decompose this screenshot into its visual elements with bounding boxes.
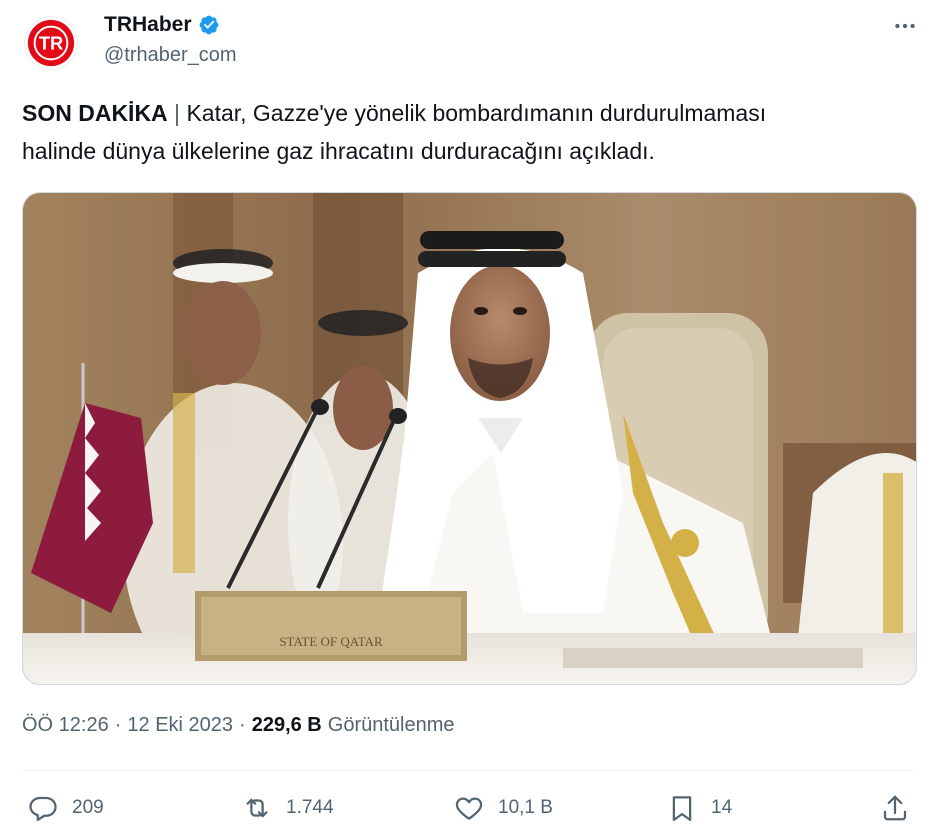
views-count: 229,6 B <box>251 714 322 736</box>
display-name[interactable]: TRHaber <box>104 13 192 37</box>
svg-text:STATE OF QATAR: STATE OF QATAR <box>279 634 383 649</box>
svg-text:TR: TR <box>39 33 63 54</box>
tweet-time[interactable]: ÖÖ 12:26 <box>22 714 109 737</box>
retweet-icon <box>246 798 268 818</box>
bookmark-count: 14 <box>711 797 733 818</box>
retweet-count: 1.744 <box>286 797 334 818</box>
heart-icon <box>455 797 483 820</box>
reply-icon <box>29 796 57 821</box>
tweet-meta: ÖÖ 12:26 · 12 Eki 2023 · 229,6 B Görüntü… <box>22 714 455 737</box>
tweet-date[interactable]: 12 Eki 2023 <box>127 714 233 737</box>
share-button[interactable] <box>880 788 910 828</box>
tweet-text-line-2: halinde dünya ülkelerine gaz ihracatını … <box>22 138 655 164</box>
bookmark-icon <box>672 796 692 821</box>
text-separator: | <box>167 100 187 126</box>
avatar[interactable]: TR <box>24 16 78 70</box>
views-label: Görüntülenme <box>327 714 455 736</box>
tweet-photo[interactable]: STATE OF QATAR <box>22 192 917 685</box>
breaking-news-prefix: SON DAKİKA <box>22 100 168 126</box>
tweet-header: TR TRHaber @trhaber_com <box>22 12 922 72</box>
tweet-text: SON DAKİKA | Katar, Gazze'ye yönelik bom… <box>22 94 917 170</box>
like-count: 10,1 B <box>498 797 553 818</box>
meta-separator: · <box>239 714 246 736</box>
action-bar: 209 1.744 10,1 B 14 <box>22 788 917 828</box>
like-button[interactable]: 10,1 B <box>454 788 553 828</box>
photo-image: STATE OF QATAR <box>23 193 916 684</box>
tweet-text-line-1: Katar, Gazze'ye yönelik bombardımanın du… <box>186 100 767 126</box>
reply-button[interactable]: 209 <box>28 788 104 828</box>
meta-separator: · <box>114 714 122 736</box>
bookmark-button[interactable]: 14 <box>667 788 732 828</box>
more-options-icon[interactable] <box>890 14 920 38</box>
handle[interactable]: @trhaber_com <box>104 44 237 67</box>
author-names: TRHaber @trhaber_com <box>104 12 237 67</box>
divider <box>22 770 917 771</box>
reply-count: 209 <box>72 797 104 818</box>
verified-badge-icon <box>198 14 220 36</box>
retweet-button[interactable]: 1.744 <box>242 788 334 828</box>
trhaber-logo-icon: TR <box>27 19 75 67</box>
share-icon <box>883 795 907 821</box>
